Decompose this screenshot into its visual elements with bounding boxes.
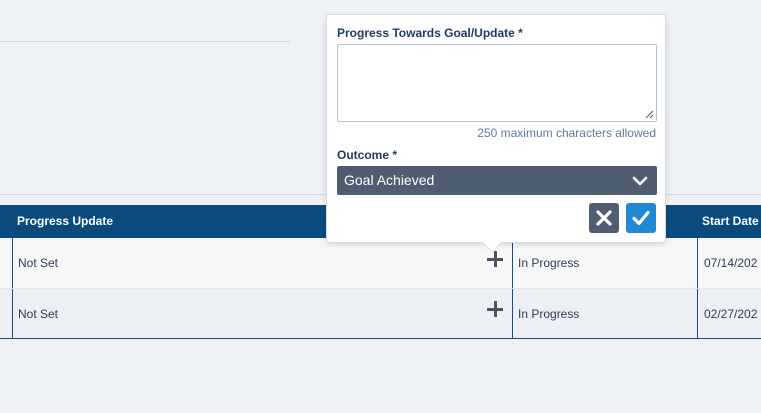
top-divider (0, 41, 290, 42)
column-divider (697, 289, 698, 338)
table-row[interactable]: Not Set In Progress 07/14/202 (0, 238, 761, 288)
progress-textarea[interactable] (337, 44, 657, 122)
add-progress-plus-icon[interactable] (486, 300, 504, 318)
character-limit-hint: 250 maximum characters allowed (477, 126, 656, 140)
column-header-progress-update[interactable]: Progress Update (17, 205, 113, 238)
x-icon (596, 210, 612, 226)
column-divider (512, 238, 513, 288)
column-divider (512, 289, 513, 338)
column-divider (12, 238, 13, 288)
outcome-selected-value: Goal Achieved (344, 172, 435, 188)
column-header-start-date[interactable]: Start Date (702, 205, 759, 238)
cancel-button[interactable] (589, 203, 619, 233)
progress-update-popover: Progress Towards Goal/Update * 250 maxim… (326, 14, 666, 243)
resize-grip-icon[interactable] (644, 109, 654, 119)
start-date-cell: 02/27/202 (704, 307, 758, 321)
status-cell: In Progress (518, 307, 580, 321)
status-cell: In Progress (518, 256, 580, 270)
chevron-down-icon (632, 176, 648, 186)
table-row[interactable]: Not Set In Progress 02/27/202 (0, 288, 761, 338)
column-divider (12, 289, 13, 338)
column-divider (697, 238, 698, 288)
progress-update-cell: Not Set (18, 256, 59, 270)
check-icon (632, 210, 650, 226)
start-date-cell: 07/14/202 (704, 256, 758, 270)
outcome-field-label: Outcome * (337, 148, 398, 162)
progress-update-cell: Not Set (18, 307, 59, 321)
confirm-button[interactable] (626, 203, 656, 233)
add-progress-plus-icon[interactable] (486, 250, 504, 268)
progress-field-label: Progress Towards Goal/Update * (337, 26, 523, 40)
popover-arrow (483, 242, 501, 251)
outcome-select[interactable]: Goal Achieved (337, 166, 657, 195)
